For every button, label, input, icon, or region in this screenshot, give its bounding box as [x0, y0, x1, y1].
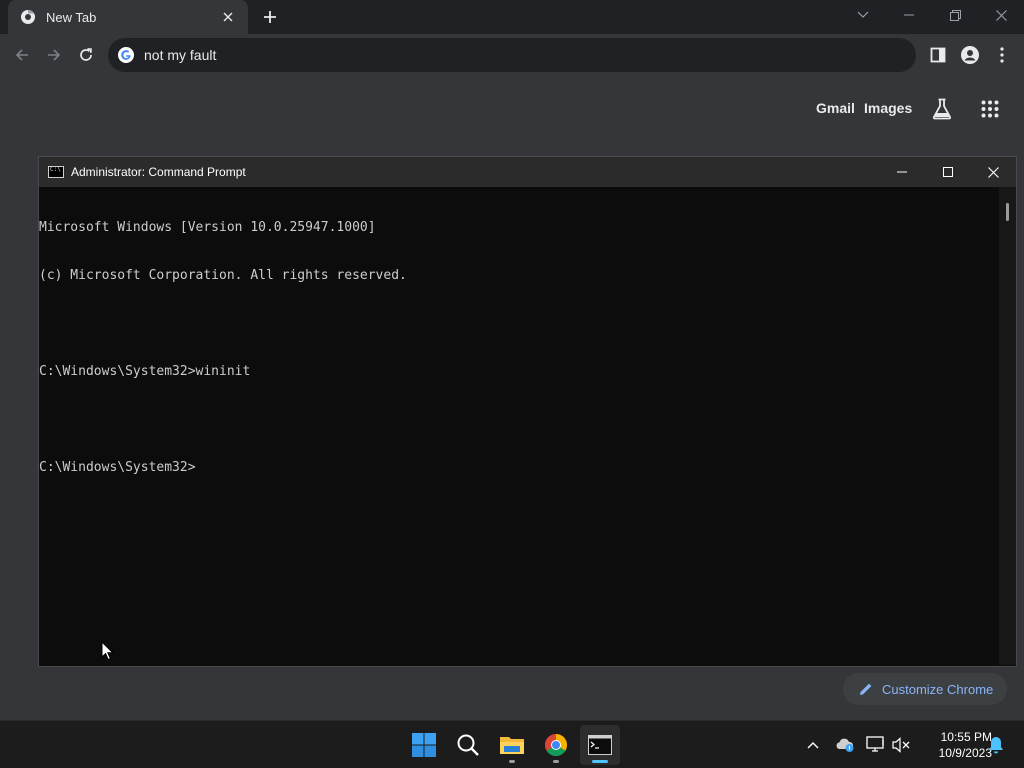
back-arrow-icon [15, 49, 28, 61]
taskbar-file-explorer[interactable] [492, 725, 532, 765]
apps-grid-icon [981, 100, 999, 118]
console-prompt-line: C:\Windows\System32> [39, 460, 196, 475]
back-button[interactable] [6, 39, 38, 71]
taskbar: 10:55 PM 10/9/2023 [0, 720, 1024, 768]
console-output[interactable]: Microsoft Windows [Version 10.0.25947.10… [39, 187, 999, 665]
notifications-button[interactable] [984, 733, 1008, 757]
labs-flask-icon [932, 98, 952, 120]
reload-icon [80, 48, 92, 61]
clock-date: 10/9/2023 [938, 746, 992, 760]
google-apps-button[interactable] [977, 96, 1003, 122]
command-prompt-window[interactable]: Administrator: Command Prompt Microsoft … [38, 156, 1017, 667]
chrome-menu-button[interactable] [986, 39, 1018, 71]
speaker-muted-icon [892, 737, 910, 753]
start-button[interactable] [404, 725, 444, 765]
cmd-scrollbar[interactable] [999, 187, 1016, 665]
running-indicator [509, 760, 515, 763]
tab-search-button[interactable] [840, 0, 886, 30]
cmd-scrollbar-thumb[interactable] [1006, 203, 1009, 221]
labs-button[interactable] [929, 96, 955, 122]
minimize-button[interactable] [886, 0, 932, 30]
tab-title: New Tab [46, 9, 97, 25]
console-line: Microsoft Windows [Version 10.0.25947.10… [39, 220, 376, 235]
taskbar-clock[interactable]: 10:55 PM 10/9/2023 [918, 729, 992, 761]
plus-icon [264, 11, 276, 23]
restore-button[interactable] [932, 0, 978, 30]
browser-toolbar: not my fault [0, 34, 1024, 76]
new-tab-button[interactable] [258, 5, 282, 29]
mouse-cursor-icon [101, 641, 115, 661]
bell-icon [989, 737, 1003, 754]
address-bar[interactable]: not my fault [108, 38, 916, 72]
cmd-title-bar[interactable]: Administrator: Command Prompt [39, 157, 1016, 187]
taskbar-chrome[interactable] [536, 725, 576, 765]
side-panel-icon [930, 47, 946, 63]
active-indicator [592, 760, 608, 763]
close-tab-icon[interactable] [218, 7, 238, 27]
show-hidden-icons-button[interactable] [801, 733, 825, 757]
customize-chrome-label: Customize Chrome [882, 681, 994, 697]
tab-new-tab[interactable]: New Tab [8, 0, 248, 34]
cmd-close-button[interactable] [970, 157, 1016, 187]
windows-start-icon [412, 733, 436, 757]
tab-strip: New Tab [0, 0, 1024, 34]
onedrive-cloud-icon [836, 738, 854, 752]
close-icon [987, 166, 999, 178]
cmd-minimize-button[interactable] [879, 157, 925, 187]
profile-icon [961, 46, 979, 64]
chevron-up-icon [807, 742, 819, 749]
google-g-icon [118, 47, 134, 63]
cmd-maximize-button[interactable] [925, 157, 971, 187]
minimize-icon [897, 171, 907, 173]
gmail-link[interactable]: Gmail [816, 100, 855, 116]
chevron-down-icon [857, 11, 869, 18]
kebab-menu-icon [1000, 47, 1004, 63]
terminal-icon [588, 735, 612, 755]
maximize-icon [943, 167, 953, 177]
forward-button[interactable] [38, 39, 70, 71]
close-icon [995, 9, 1007, 21]
taskbar-search-button[interactable] [448, 725, 488, 765]
clock-time: 10:55 PM [940, 730, 992, 744]
profile-button[interactable] [954, 39, 986, 71]
restore-icon [949, 9, 961, 21]
network-tray-button[interactable] [864, 733, 888, 757]
close-window-button[interactable] [978, 0, 1024, 30]
console-line: (c) Microsoft Corporation. All rights re… [39, 268, 407, 283]
volume-tray-button[interactable] [890, 733, 914, 757]
address-bar-text: not my fault [144, 47, 217, 63]
console-line: C:\Windows\System32>wininit [39, 364, 251, 379]
cmd-app-icon [48, 166, 64, 178]
network-icon [866, 736, 884, 752]
file-explorer-icon [500, 737, 524, 754]
side-panel-button[interactable] [922, 39, 954, 71]
running-indicator [553, 760, 559, 763]
onedrive-tray-button[interactable] [833, 733, 857, 757]
taskbar-command-prompt[interactable] [580, 725, 620, 765]
reload-button[interactable] [70, 39, 102, 71]
customize-chrome-button[interactable]: Customize Chrome [843, 673, 1007, 705]
minimize-icon [904, 14, 914, 16]
search-icon [457, 734, 479, 756]
cmd-window-title: Administrator: Command Prompt [71, 165, 246, 179]
images-link[interactable]: Images [864, 100, 912, 116]
chrome-icon [545, 734, 567, 756]
chrome-icon [21, 9, 35, 24]
pencil-icon [860, 683, 872, 695]
forward-arrow-icon [48, 49, 61, 61]
